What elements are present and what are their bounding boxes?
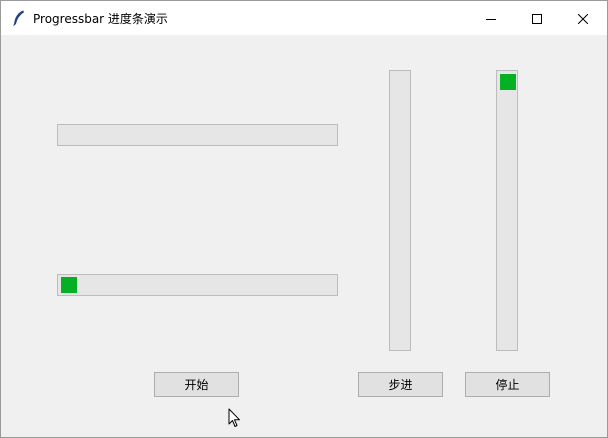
mouse-pointer-icon	[228, 408, 242, 429]
stop-button[interactable]: 停止	[465, 372, 550, 397]
maximize-icon	[532, 9, 542, 28]
title-bar[interactable]: Progressbar 进度条演示	[1, 1, 607, 35]
app-window: Progressbar 进度条演示 开始 步进 停止	[0, 0, 608, 438]
client-area: 开始 步进 停止	[1, 35, 607, 437]
start-button[interactable]: 开始	[154, 372, 239, 397]
maximize-button[interactable]	[514, 1, 560, 35]
close-button[interactable]	[560, 1, 606, 35]
feather-icon	[12, 10, 26, 26]
minimize-icon	[486, 9, 496, 28]
horizontal-progressbar-bottom	[57, 274, 338, 296]
step-button[interactable]: 步进	[358, 372, 443, 397]
vertical-progressbar-right	[496, 70, 518, 351]
window-title: Progressbar 进度条演示	[33, 12, 168, 26]
progress-block	[500, 74, 516, 90]
horizontal-progressbar-top	[57, 124, 338, 146]
vertical-progressbar-left	[389, 70, 411, 351]
close-icon	[577, 9, 589, 28]
minimize-button[interactable]	[468, 1, 514, 35]
progress-block	[61, 277, 77, 293]
